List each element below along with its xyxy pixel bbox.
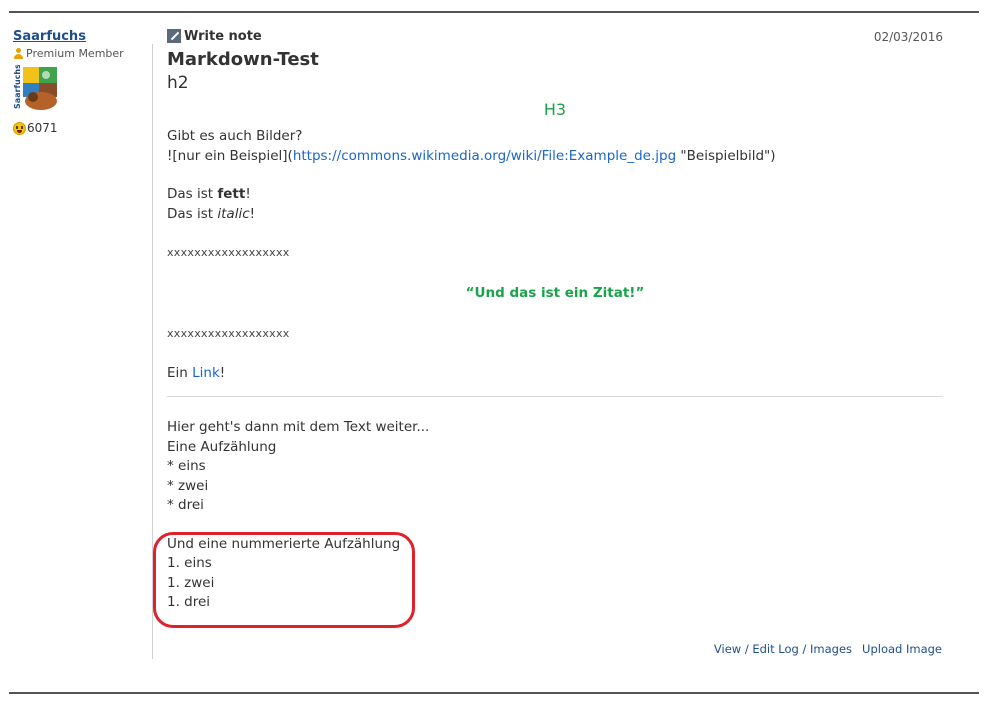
member-rank: Premium Member bbox=[13, 47, 145, 60]
image-question: Gibt es auch Bilder? bbox=[167, 128, 303, 144]
log-heading-2: h2 bbox=[167, 73, 189, 93]
bullet-list-heading: Eine Aufzählung bbox=[167, 438, 277, 455]
block-quote: “Und das ist ein Zitat!” bbox=[465, 284, 645, 301]
find-count: 6071 bbox=[13, 121, 145, 135]
bold-line: Das ist fett! bbox=[167, 186, 251, 202]
log-heading-1: Markdown-Test bbox=[167, 49, 319, 70]
log-type-label: Write note bbox=[184, 28, 262, 44]
list-item: * drei bbox=[167, 497, 204, 513]
list-item: * zwei bbox=[167, 477, 209, 494]
italic-line: Das ist italic! bbox=[167, 205, 256, 222]
log-entry: Write note 02/03/2016 Markdown-Test h2 H… bbox=[167, 28, 943, 613]
find-count-value: 6071 bbox=[27, 121, 58, 135]
image-url-link[interactable]: https://commons.wikimedia.org/wiki/File:… bbox=[293, 148, 676, 164]
continue-text: Hier geht's dann mit dem Text weiter... bbox=[167, 419, 430, 435]
log-heading-3: H3 bbox=[543, 100, 567, 119]
separator-text-1: xxxxxxxxxxxxxxxxxx bbox=[167, 246, 290, 259]
svg-text:Saarfuchs: Saarfuchs bbox=[13, 65, 22, 109]
italic-word: italic bbox=[217, 205, 250, 222]
highlight-annotation bbox=[153, 532, 415, 628]
image-paragraph: Gibt es auch Bilder? ![nur ein Beispiel]… bbox=[167, 127, 943, 166]
log-actions: View / Edit Log / Images Upload Image bbox=[714, 642, 942, 656]
write-note-icon bbox=[167, 29, 181, 43]
bottom-rule bbox=[9, 692, 979, 694]
smiley-icon bbox=[13, 121, 26, 135]
avatar-image: Saarfuchs bbox=[13, 65, 59, 111]
link-line: Ein Link! bbox=[167, 364, 226, 381]
bold-word: fett bbox=[217, 186, 246, 202]
bullet-section: Hier geht's dann mit dem Text weiter... … bbox=[167, 418, 943, 516]
view-edit-log-link[interactable]: View / Edit Log / Images bbox=[714, 642, 852, 656]
member-rank-label: Premium Member bbox=[26, 47, 124, 60]
list-item: * eins bbox=[167, 458, 206, 474]
formatting-paragraph: Das ist fett! Das ist italic! bbox=[167, 185, 943, 224]
image-markdown: ![nur ein Beispiel](https://commons.wiki… bbox=[167, 147, 776, 164]
top-rule bbox=[9, 11, 979, 13]
upload-image-link[interactable]: Upload Image bbox=[862, 642, 942, 656]
inline-link[interactable]: Link bbox=[192, 365, 220, 381]
avatar[interactable]: Saarfuchs bbox=[13, 65, 59, 111]
username-link[interactable]: Saarfuchs bbox=[13, 29, 145, 44]
user-profile: Saarfuchs Premium Member Saarfuchs 6071 bbox=[13, 29, 145, 135]
log-date: 02/03/2016 bbox=[873, 30, 943, 44]
horizontal-rule bbox=[167, 396, 943, 397]
separator-text-2: xxxxxxxxxxxxxxxxxx bbox=[167, 327, 290, 340]
premium-member-icon bbox=[13, 48, 24, 59]
log-type: Write note bbox=[167, 28, 943, 44]
